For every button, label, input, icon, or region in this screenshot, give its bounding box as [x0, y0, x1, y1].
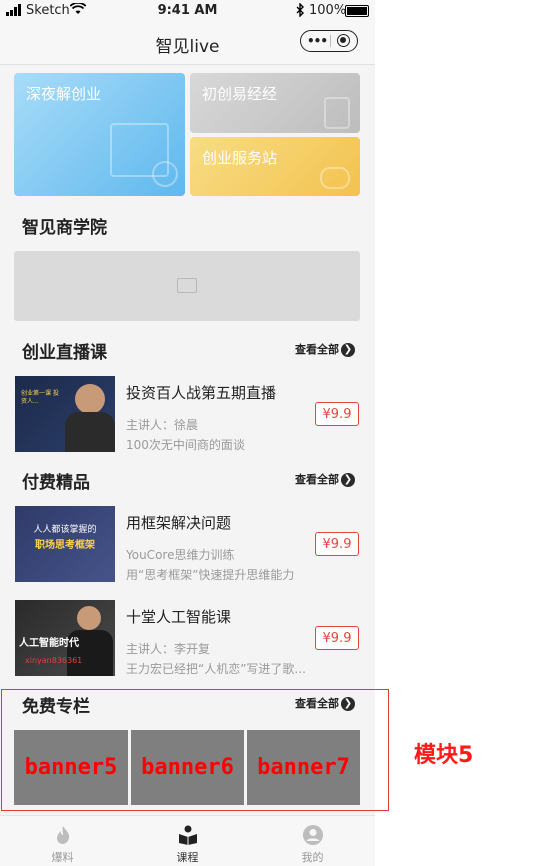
- course-thumbnail: 人工智能时代 xinyan836361: [15, 600, 115, 676]
- thumbnail-line2: 职场思考框架: [35, 540, 95, 551]
- course-title: 十堂人工智能课: [126, 608, 232, 626]
- tile-label: 初创易经经: [202, 85, 278, 103]
- tab-news[interactable]: 爆料: [0, 816, 125, 866]
- section-title-academy: 智见商学院: [22, 218, 107, 238]
- course-desc: 王力宏已经把“人机恋”写进了歌...: [126, 662, 306, 676]
- thumbnail-watermark: xinyan836361: [25, 656, 83, 665]
- thumbnail-caption: 创业第一课 投资人...: [21, 390, 59, 405]
- magnifier-icon: [152, 161, 178, 187]
- tile-label: 创业服务站: [202, 149, 278, 167]
- module-annotation-label: 模块5: [414, 743, 474, 768]
- bluetooth-icon: [296, 2, 305, 21]
- course-item[interactable]: 人人都该掌握的 职场思考框架 用框架解决问题 YouCore思维力训练 用“思考…: [0, 506, 375, 586]
- see-all-paid[interactable]: 查看全部 ❯: [295, 471, 355, 487]
- tile-late-night-startup[interactable]: 深夜解创业: [14, 73, 185, 196]
- speaker-body: [65, 412, 115, 452]
- nav-bar: 智见live •••: [0, 22, 375, 65]
- course-lecturer: 主讲人：徐晨: [126, 418, 199, 432]
- course-subtitle: YouCore思维力训练: [126, 548, 235, 562]
- fire-icon: [52, 824, 74, 846]
- thumbnail-line1: 人工智能时代: [19, 638, 79, 649]
- close-target-icon[interactable]: [337, 34, 350, 47]
- course-thumbnail: 创业第一课 投资人...: [15, 376, 115, 452]
- image-placeholder-icon: [177, 278, 197, 293]
- tab-label: 我的: [301, 851, 324, 864]
- tile-label: 深夜解创业: [26, 85, 102, 103]
- feature-grid: 深夜解创业 初创易经经 创业服务站: [14, 73, 360, 197]
- section-title-live: 创业直播课: [22, 343, 107, 363]
- speaker-head: [75, 384, 105, 414]
- price-tag[interactable]: ¥9.9: [315, 532, 359, 556]
- see-all-label: 查看全部: [295, 473, 339, 486]
- see-all-live[interactable]: 查看全部 ❯: [295, 341, 355, 357]
- cloud-icon: [320, 167, 350, 189]
- course-title: 投资百人战第五期直播: [126, 384, 277, 402]
- battery-percent: 100%: [309, 3, 347, 18]
- battery-icon: [345, 5, 369, 17]
- see-all-label: 查看全部: [295, 343, 339, 356]
- mini-program-capsule[interactable]: •••: [300, 30, 358, 52]
- tab-label: 爆料: [51, 851, 74, 864]
- section-title-paid: 付费精品: [22, 473, 90, 493]
- tile-startup-experience[interactable]: 初创易经经: [190, 73, 360, 133]
- price-tag[interactable]: ¥9.9: [315, 402, 359, 426]
- course-item[interactable]: 创业第一课 投资人... 投资百人战第五期直播 主讲人：徐晨 100次无中间商的…: [0, 376, 375, 456]
- tile-startup-service[interactable]: 创业服务站: [190, 137, 360, 196]
- status-bar: Sketch 9:41 AM 100%: [0, 0, 375, 22]
- tab-label: 课程: [176, 851, 199, 864]
- course-desc: 用“思考框架”快速提升思维能力: [126, 568, 295, 582]
- capsule-divider: [330, 35, 331, 47]
- price-tag[interactable]: ¥9.9: [315, 626, 359, 650]
- course-thumbnail: 人人都该掌握的 职场思考框架: [15, 506, 115, 582]
- more-icon[interactable]: •••: [307, 34, 328, 48]
- tab-profile[interactable]: 我的: [250, 816, 375, 866]
- notes-icon: [324, 97, 350, 129]
- academy-banner-placeholder[interactable]: [14, 251, 360, 321]
- thumbnail-line1: 人人都该掌握的: [33, 525, 97, 535]
- tab-courses[interactable]: 课程: [125, 816, 250, 866]
- arrow-right-icon: ❯: [341, 473, 355, 487]
- speaker-head: [77, 606, 101, 630]
- book-reader-icon: [177, 824, 199, 846]
- course-item[interactable]: 人工智能时代 xinyan836361 十堂人工智能课 主讲人：李开复 王力宏已…: [0, 600, 375, 680]
- course-title: 用框架解决问题: [126, 514, 232, 532]
- user-icon: [302, 824, 324, 846]
- tab-bar: 爆料 课程 我的: [0, 815, 375, 866]
- course-lecturer: 主讲人：李开复: [126, 642, 211, 656]
- course-desc: 100次无中间商的面谈: [126, 438, 245, 452]
- module-highlight-box: [1, 689, 389, 811]
- arrow-right-icon: ❯: [341, 343, 355, 357]
